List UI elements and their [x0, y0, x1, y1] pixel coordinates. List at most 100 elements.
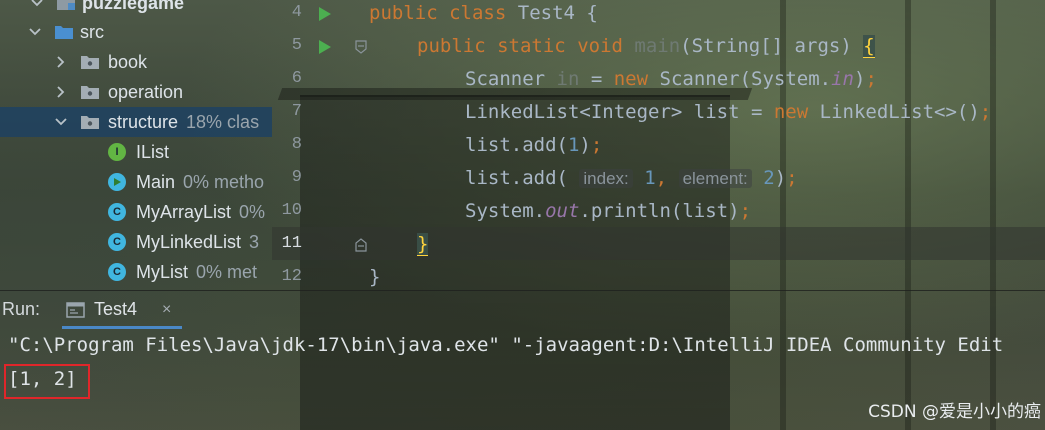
- code-line[interactable]: 9 list.add( index: 1, element: 2);: [272, 161, 1045, 194]
- parameter-hint: element:: [678, 168, 752, 188]
- class-icon: C: [108, 263, 126, 281]
- tree-item-structure[interactable]: structure 18% clas: [0, 107, 272, 137]
- code-line[interactable]: 10 System.out.println(list);: [272, 194, 1045, 227]
- run-label: Run:: [2, 299, 41, 319]
- keyword: class: [449, 1, 507, 24]
- brace: {: [863, 34, 875, 58]
- static-field: out: [545, 199, 580, 222]
- tree-item-label: MyList: [136, 261, 189, 282]
- class-name: Test4 {: [517, 1, 598, 24]
- keyword: static: [497, 34, 566, 57]
- fold-icon[interactable]: [354, 236, 368, 252]
- semicolon: ;: [786, 166, 798, 189]
- code-text: list.add(: [465, 133, 568, 156]
- coverage-hint: 18% clas: [186, 111, 260, 132]
- coverage-hint: 0% met: [196, 261, 258, 282]
- tree-item-myarraylist[interactable]: C MyArrayList 0%: [0, 197, 272, 227]
- line-number: 8: [291, 135, 302, 154]
- coverage-hint: 0%: [239, 201, 266, 222]
- number-literal: 1: [567, 133, 580, 156]
- tree-item-label: Main: [136, 171, 176, 192]
- keyword: new: [773, 100, 809, 123]
- coverage-hint: 0% metho: [183, 171, 265, 192]
- package-icon: [80, 83, 100, 101]
- line-number: 10: [281, 201, 302, 220]
- watermark: CSDN @爱是小小的癌: [868, 402, 1041, 422]
- parameter-hint: index:: [579, 168, 633, 188]
- method-name: main: [634, 34, 681, 57]
- tree-item-label: puzzlegame: [82, 0, 185, 13]
- line-number: 9: [291, 168, 302, 187]
- code-line[interactable]: 12 }: [272, 260, 1045, 293]
- package-icon: [80, 53, 100, 71]
- semicolon: ;: [979, 100, 992, 123]
- close-icon[interactable]: ×: [162, 301, 171, 319]
- code-text: list.add(: [465, 166, 580, 189]
- brace: }: [417, 232, 429, 256]
- semicolon: ;: [590, 133, 603, 156]
- code-line[interactable]: 6 Scanner in = new Scanner(System.in);: [272, 62, 1045, 95]
- code-editor[interactable]: 4 public class Test4 { 5 public static v…: [272, 0, 1045, 290]
- line-number: 12: [281, 267, 302, 286]
- tree-item-label: IList: [136, 141, 170, 162]
- line-number: 11: [281, 234, 302, 253]
- fold-icon[interactable]: [354, 38, 368, 54]
- code-line-current[interactable]: 11 }: [272, 227, 1045, 260]
- tree-item-mylist[interactable]: C MyList 0% met: [0, 257, 272, 287]
- semicolon: ;: [865, 67, 877, 90]
- semicolon: ;: [739, 199, 752, 222]
- code-line[interactable]: 5 public static void main(String[] args)…: [272, 29, 1045, 62]
- number-literal: 2: [763, 166, 775, 189]
- code-text: LinkedList<>(): [808, 100, 980, 123]
- result-highlight-box: [4, 364, 90, 399]
- tree-item-ilist[interactable]: I IList: [0, 137, 272, 167]
- run-gutter-icon[interactable]: [318, 38, 332, 54]
- code-text: LinkedList<Integer> list =: [465, 100, 774, 123]
- number-literal: 1: [644, 166, 656, 189]
- run-tab-test4[interactable]: Test4 ×: [62, 293, 182, 329]
- class-icon: C: [108, 233, 126, 251]
- comma: ,: [655, 166, 668, 189]
- static-field: in: [831, 67, 854, 90]
- code-line[interactable]: 8 list.add(1);: [272, 128, 1045, 161]
- line-number: 7: [291, 102, 302, 121]
- chevron-right-icon[interactable]: [54, 85, 68, 99]
- chevron-down-icon[interactable]: [54, 115, 68, 129]
- project-tree: puzzlegame src book operation structure 1…: [0, 0, 272, 290]
- source-folder-icon: [54, 23, 74, 41]
- tree-item-main[interactable]: Main 0% metho: [0, 167, 272, 197]
- code-line[interactable]: 4 public class Test4 {: [272, 0, 1045, 29]
- keyword: new: [613, 67, 649, 90]
- chevron-right-icon[interactable]: [54, 55, 68, 69]
- class-icon: C: [108, 203, 126, 221]
- code-text: Scanner: [465, 67, 557, 90]
- code-text: ): [853, 67, 866, 90]
- brace: }: [369, 265, 381, 288]
- keyword: public: [369, 1, 438, 24]
- interface-icon: I: [108, 143, 126, 161]
- keyword: public: [417, 34, 486, 57]
- code-text: Scanner(System.: [648, 67, 832, 90]
- chevron-down-icon[interactable]: [30, 0, 44, 10]
- unused-variable: in: [556, 67, 580, 90]
- tree-item-label: operation: [108, 81, 184, 102]
- keyword: void: [577, 34, 623, 57]
- tab-label: Test4: [94, 299, 138, 319]
- tree-item-src[interactable]: src: [0, 17, 272, 47]
- run-gutter-icon[interactable]: [318, 5, 332, 21]
- run-tool-window-header: Run: Test4 ×: [0, 290, 1045, 329]
- code-line[interactable]: 7 LinkedList<Integer> list = new LinkedL…: [272, 95, 1045, 128]
- code-text: .println(list): [579, 199, 740, 222]
- tree-item-puzzlegame[interactable]: puzzlegame: [0, 0, 272, 18]
- line-number: 4: [291, 3, 302, 22]
- chevron-down-icon[interactable]: [28, 25, 42, 39]
- tree-item-book[interactable]: book: [0, 47, 272, 77]
- tree-item-label: book: [108, 51, 148, 72]
- console-command-line: "C:\Program Files\Java\jdk-17\bin\java.e…: [8, 334, 1004, 356]
- package-icon: [80, 113, 100, 131]
- tree-item-mylinkedlist[interactable]: C MyLinkedList 3: [0, 227, 272, 257]
- tree-item-operation[interactable]: operation: [0, 77, 272, 107]
- runnable-class-icon: [108, 173, 126, 191]
- tree-item-label: MyLinkedList: [136, 231, 242, 252]
- code-text: ): [774, 166, 787, 189]
